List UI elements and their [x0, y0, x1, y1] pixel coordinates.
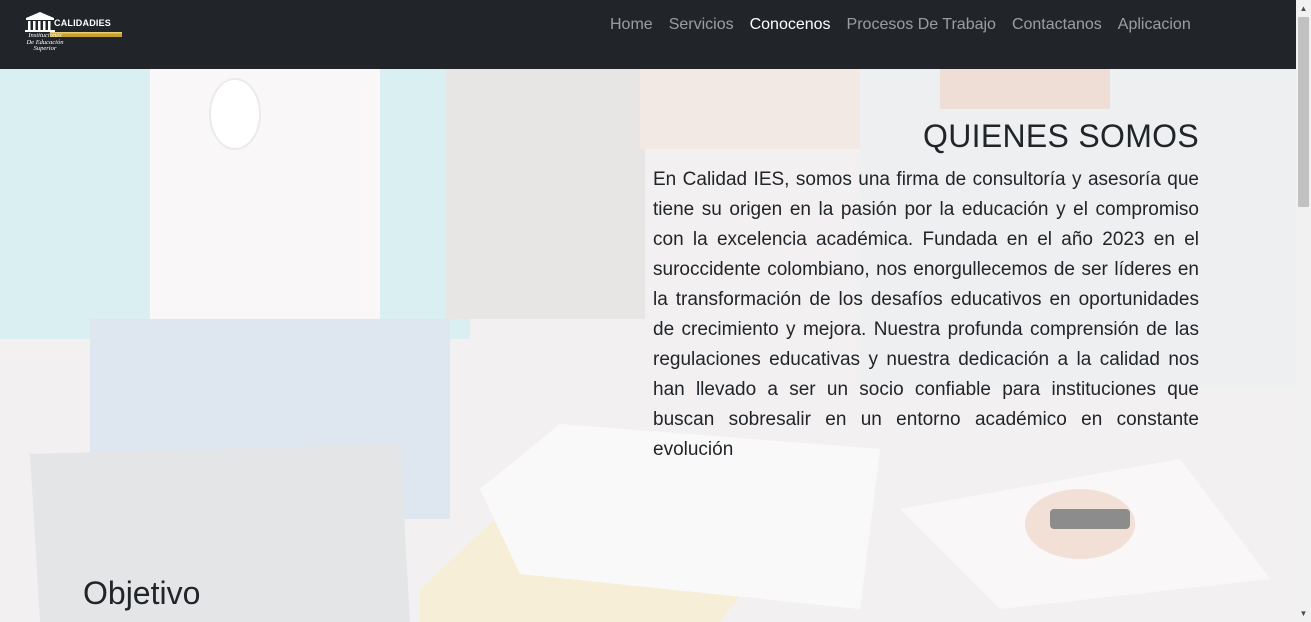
scroll-down-arrow-icon[interactable]: ▼ [1296, 605, 1311, 622]
tagline-line-3: Superior [33, 45, 57, 52]
objective-title: Objetivo [83, 575, 201, 611]
navbar: CALIDADIES Instituciones De Educación Su… [0, 0, 1296, 69]
about-title: QUIENES SOMOS [923, 118, 1199, 154]
scrollbar-thumb[interactable] [1298, 17, 1309, 207]
nav-link-servicios[interactable]: Servicios [669, 16, 734, 34]
nav-link-contactanos[interactable]: Contactanos [1012, 16, 1102, 34]
page-scrollbar[interactable]: ▲ ▼ [1296, 0, 1311, 622]
brand-tagline: Instituciones De Educación Superior [22, 32, 68, 53]
about-hero-section: QUIENES SOMOS En Calidad IES, somos una … [0, 69, 1296, 622]
nav-menu: Home Servicios Conocenos Procesos De Tra… [610, 16, 1207, 34]
scroll-up-arrow-icon[interactable]: ▲ [1296, 0, 1311, 17]
nav-link-conocenos[interactable]: Conocenos [750, 16, 831, 34]
brand-logo[interactable]: CALIDADIES Instituciones De Educación Su… [20, 10, 124, 54]
nav-link-procesos[interactable]: Procesos De Trabajo [847, 16, 996, 34]
about-description: En Calidad IES, somos una firma de consu… [653, 169, 1199, 460]
brand-name: CALIDADIES [54, 18, 112, 28]
nav-link-home[interactable]: Home [610, 16, 653, 34]
nav-link-aplicacion[interactable]: Aplicacion [1118, 16, 1191, 34]
